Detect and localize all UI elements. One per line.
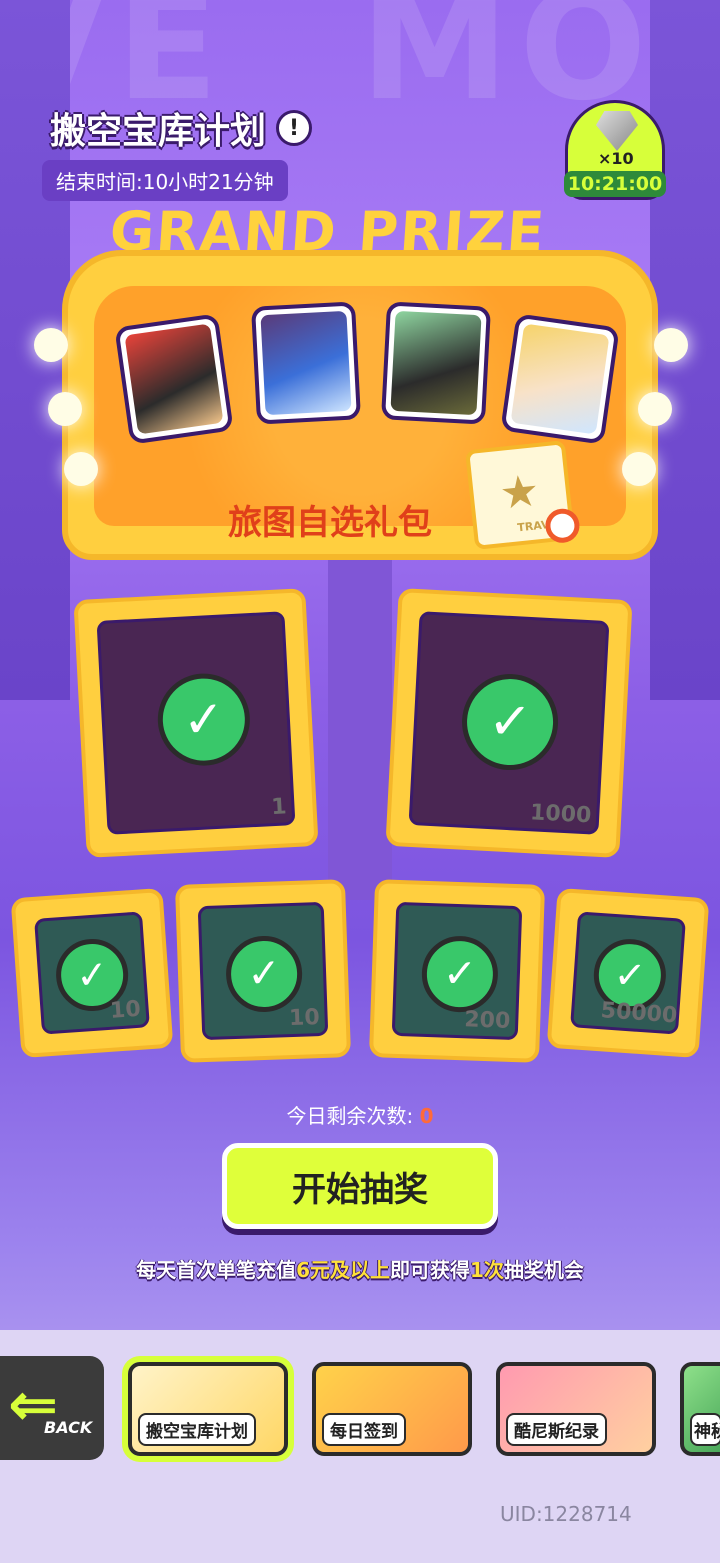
note-text: 抽奖机会 [503, 1258, 584, 1282]
tab-daily-checkin[interactable]: 每日签到 [312, 1362, 472, 1456]
gem-badge[interactable]: ×10 10:21:00 [564, 100, 666, 200]
title-row: 搬空宝库计划 ! [50, 102, 313, 154]
uid-text: UID:1228714 [500, 1502, 632, 1526]
board-post [328, 560, 392, 900]
prize-slot[interactable]: ✓ 10 [174, 879, 352, 1063]
tab-label: 搬空宝库计划 [138, 1413, 256, 1446]
page-title: 搬空宝库计划 [50, 111, 267, 152]
board-light [638, 392, 672, 426]
back-button[interactable]: ⇐ BACK [0, 1356, 104, 1460]
exclamation-icon[interactable]: ! [276, 110, 313, 146]
prize-slot[interactable]: ✓ 1 [73, 588, 319, 858]
board-light [48, 392, 82, 426]
tab-mystery[interactable]: 神秘 [680, 1362, 720, 1456]
package-label: 旅图自选礼包 [228, 503, 432, 543]
board-light [34, 328, 68, 362]
prize-slot[interactable]: ✓ 200 [368, 879, 546, 1063]
character-art [510, 323, 610, 435]
character-art [260, 310, 352, 416]
note-text: 即可获得 [390, 1258, 470, 1282]
tab-vault-plan[interactable]: 搬空宝库计划 [128, 1362, 288, 1456]
prize-qty: 1000 [529, 800, 592, 829]
package-card[interactable]: ★ TRAVE [465, 440, 582, 550]
prize-qty: 50000 [599, 998, 678, 1029]
note-text: 每天首次单笔充值 [136, 1258, 297, 1282]
diamond-icon [596, 111, 638, 151]
start-draw-button[interactable]: 开始抽奖 [222, 1143, 498, 1229]
character-card[interactable] [250, 301, 362, 425]
note-highlight: 1次 [470, 1258, 504, 1282]
gem-countdown: 10:21:00 [564, 171, 666, 197]
tab-records[interactable]: 酷尼斯纪录 [496, 1362, 656, 1456]
recharge-note: 每天首次单笔充值6元及以上即可获得1次抽奖机会 [0, 1254, 720, 1283]
prize-slot[interactable]: ✓ 50000 [546, 887, 710, 1059]
prize-qty: 1 [270, 794, 288, 821]
character-art [124, 323, 224, 435]
board-light [64, 452, 98, 486]
character-card[interactable] [500, 313, 620, 445]
board-light [622, 452, 656, 486]
character-card[interactable] [114, 313, 234, 445]
remaining-label: 今日剩余次数: [286, 1104, 414, 1128]
gem-count: ×10 [598, 149, 634, 168]
character-card[interactable] [380, 301, 492, 425]
end-time-badge: 结束时间:10小时21分钟 [42, 160, 288, 201]
prize-qty: 10 [288, 1005, 321, 1032]
prize-slot[interactable]: ✓ 10 [10, 887, 174, 1059]
prize-slot[interactable]: ✓ 1000 [385, 588, 633, 858]
remaining-draws: 今日剩余次数: 0 [0, 1100, 720, 1129]
remaining-value: 0 [419, 1104, 434, 1128]
tab-label: 酷尼斯纪录 [506, 1413, 607, 1446]
prize-qty: 10 [109, 996, 142, 1024]
back-label: BACK [44, 1418, 93, 1437]
tab-label: 神秘 [690, 1413, 720, 1446]
note-highlight: 6元及以上 [296, 1258, 390, 1282]
tab-label: 每日签到 [322, 1413, 406, 1446]
board-light [654, 328, 688, 362]
character-art [390, 310, 482, 416]
star-icon: ★ [497, 465, 542, 520]
prize-qty: 200 [463, 1007, 511, 1034]
